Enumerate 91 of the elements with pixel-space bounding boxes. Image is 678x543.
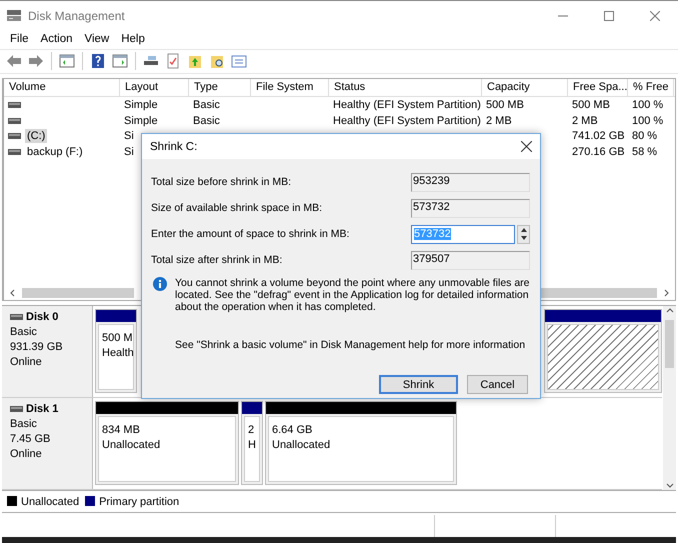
partition-info: Health <box>102 346 133 361</box>
back-icon[interactable] <box>6 53 22 70</box>
disk-info: Online <box>10 354 43 370</box>
dialog-button[interactable]: Cancel <box>467 375 528 394</box>
disk-info: Basic <box>10 416 38 432</box>
column-header[interactable]: Status <box>329 79 482 96</box>
folder-up-icon[interactable] <box>187 53 203 70</box>
help-icon[interactable] <box>90 53 106 70</box>
table-cell-text: Si <box>123 129 134 144</box>
table-cell-text: Basic <box>192 114 220 128</box>
disk-info: Online <box>10 446 43 462</box>
column-header[interactable]: Volume <box>4 79 120 96</box>
partition-info: Unallocated <box>102 438 162 453</box>
console-icon[interactable] <box>59 53 75 70</box>
table-cell-text: Simple <box>123 114 158 128</box>
drive-icon <box>10 406 23 412</box>
partition-info: 6.64 GB <box>272 422 314 438</box>
table-cell-text: Basic <box>192 98 220 112</box>
value-field: 953239 <box>411 172 530 192</box>
table-cell-text: Simple <box>123 98 158 112</box>
table-cell-text: 100 % <box>631 114 664 128</box>
table-cell-text: 500 MB <box>485 98 524 112</box>
spin-buttons[interactable] <box>517 224 530 244</box>
column-header[interactable]: Capacity <box>482 79 568 96</box>
disk-info: Basic <box>10 324 38 340</box>
column-header[interactable]: Layout <box>120 79 189 96</box>
column-header[interactable]: Type <box>189 79 251 96</box>
table-cell-text: 741.02 GB <box>571 129 625 144</box>
table-cell-text: 80 % <box>631 129 658 144</box>
table-cell-text: 2 MB <box>485 114 512 128</box>
partition-info: Unallocated <box>272 438 332 453</box>
partition-info: 500 M <box>102 330 133 346</box>
field-label: Size of available shrink space in MB: <box>151 202 322 214</box>
legend-label: Unallocated <box>21 496 80 508</box>
value-field: 573732 <box>411 198 530 218</box>
disk-name: Disk 1 <box>26 402 58 417</box>
folder-search-icon[interactable] <box>209 53 225 70</box>
table-cell-text: 58 % <box>631 144 658 159</box>
scrollbar-thumb[interactable] <box>539 288 657 298</box>
menu-item[interactable]: Action <box>34 33 78 46</box>
menu-item[interactable]: Help <box>115 33 151 46</box>
table-cell[interactable]: backup (F:) <box>25 144 85 159</box>
disk-name: Disk 0 <box>26 310 58 325</box>
forward-icon[interactable] <box>28 53 44 70</box>
disk-info: 7.45 GB <box>10 432 52 447</box>
dialog-title: Shrink C: <box>150 140 198 152</box>
scrollbar-thumb[interactable] <box>22 288 134 298</box>
column-header[interactable]: File System <box>251 79 329 96</box>
drive-icon <box>8 102 21 108</box>
drive-icon <box>8 148 21 155</box>
dialog-button[interactable]: Shrink <box>379 375 458 394</box>
partition-block[interactable] <box>544 308 662 393</box>
column-header[interactable]: % Free <box>628 79 674 96</box>
info-text: You cannot shrink a volume beyond the point where any unmovable files are located. See the "defrag" event in the Application log for detailed information about the operation when it has completed. <box>175 277 530 313</box>
field-label: Enter the amount of space to shrink in MB: <box>151 228 350 240</box>
field-label: Total size after shrink in MB: <box>151 254 282 266</box>
properties-icon[interactable] <box>231 53 247 70</box>
column-header[interactable]: Free Spa... <box>568 79 628 96</box>
table-cell-text: Si <box>123 144 134 159</box>
value-field: 379507 <box>411 250 530 270</box>
legend-label: Primary partition <box>99 496 180 508</box>
menu-item[interactable]: View <box>78 33 116 46</box>
field-label: Total size before shrink in MB: <box>151 176 292 188</box>
table-cell-text: Healthy (EFI System Partition) <box>332 98 481 112</box>
partition-block[interactable]: 834 MB Unallocated <box>95 400 239 485</box>
table-cell-text: 500 MB <box>571 98 610 112</box>
table-cell-text: 2 MB <box>571 114 598 128</box>
partition-block[interactable]: 2 H <box>241 400 263 485</box>
panel-icon[interactable] <box>112 53 128 70</box>
table-cell-text: 270.16 GB <box>571 144 625 159</box>
drive-icon <box>8 133 21 140</box>
drive-icon <box>10 314 23 320</box>
app-icon <box>6 8 22 22</box>
partition-info: 2 <box>248 422 256 438</box>
maximize-icon[interactable] <box>604 10 614 20</box>
window-title: Disk Management <box>28 8 126 22</box>
table-cell-text: 100 % <box>631 98 664 112</box>
partition-info: H <box>248 438 257 453</box>
scrollbar-thumb[interactable] <box>665 320 674 368</box>
table-cell-text: Healthy (EFI System Partition) <box>332 114 481 128</box>
checklist-icon[interactable] <box>165 53 181 70</box>
menu-item[interactable]: File <box>4 33 35 46</box>
info-icon <box>153 277 167 291</box>
disk-info: 931.39 GB <box>10 340 64 355</box>
partition-block[interactable]: 500 M Health <box>95 308 137 393</box>
help-text: See "Shrink a basic volume" in Disk Management help for more information <box>175 339 526 351</box>
drive-icon <box>8 118 21 124</box>
partition-block[interactable]: 6.64 GB Unallocated <box>265 400 457 485</box>
close-icon[interactable] <box>521 141 532 152</box>
partition-info: 834 MB <box>102 422 141 438</box>
table-cell[interactable]: (C:) <box>25 129 48 144</box>
